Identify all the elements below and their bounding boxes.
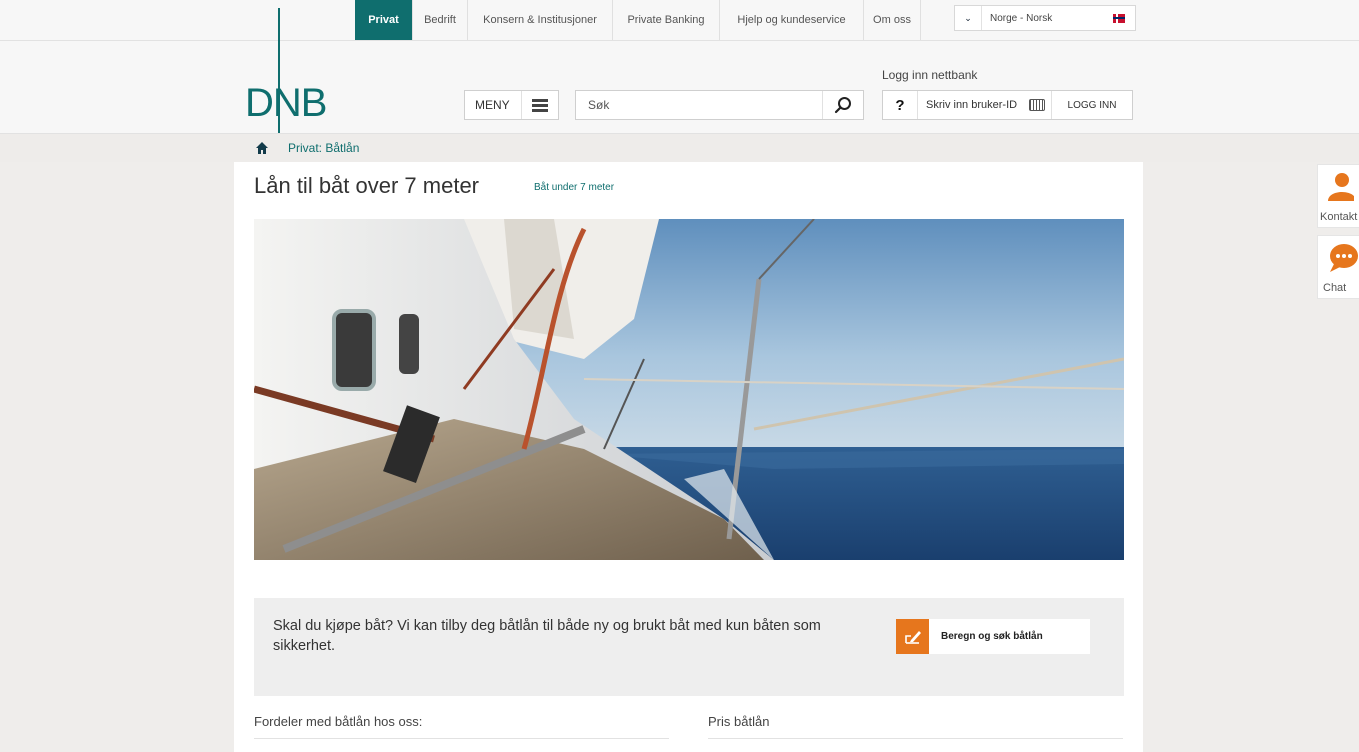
search-input[interactable] [586, 91, 822, 119]
country-label: Norge - Norsk [990, 12, 1053, 24]
hero-image [254, 219, 1124, 560]
person-icon [1328, 173, 1354, 201]
benefits-heading: Fordeler med båtlån hos oss: [254, 714, 423, 729]
userid-input[interactable] [924, 98, 1033, 112]
breadcrumb-bar [0, 133, 1359, 162]
search-box [575, 90, 864, 120]
info-text: Skal du kjøpe båt? Vi kan tilby deg båtl… [273, 618, 821, 654]
hamburger-icon [521, 91, 558, 119]
menu-label: MENY [475, 98, 510, 112]
keyboard-icon[interactable] [1029, 99, 1045, 111]
help-icon[interactable]: ? [883, 91, 918, 119]
country-selector[interactable]: ⌄ Norge - Norsk [954, 5, 1136, 31]
chat-label: Chat [1323, 282, 1347, 294]
norway-flag-icon [1113, 13, 1125, 23]
contact-label: Kontakt [1320, 211, 1358, 223]
nav-konsern[interactable]: Konsern & Institusjoner [468, 0, 613, 40]
home-icon[interactable] [255, 141, 269, 155]
breadcrumb[interactable]: Privat: Båtlån [288, 141, 359, 155]
chevron-down-icon: ⌄ [955, 6, 982, 30]
login-button[interactable]: LOGG INN [1051, 91, 1132, 119]
page-title: Lån til båt over 7 meter [254, 173, 480, 198]
divider [708, 738, 1123, 739]
login-heading: Logg inn nettbank [882, 68, 978, 82]
top-nav-bar: Privat Bedrift Konsern & Institusjoner P… [0, 0, 1359, 41]
calculate-loan-button[interactable]: Beregn og søk båtlån [896, 619, 1090, 654]
nav-om-oss[interactable]: Om oss [864, 0, 921, 40]
login-box: ? LOGG INN [882, 90, 1133, 120]
menu-button[interactable]: MENY [464, 90, 559, 120]
nav-private-banking[interactable]: Private Banking [613, 0, 720, 40]
chat-icon [1330, 244, 1358, 272]
nav-privat[interactable]: Privat [355, 0, 413, 40]
nav-hjelp[interactable]: Hjelp og kundeservice [720, 0, 864, 40]
contact-tab[interactable]: Kontakt [1317, 164, 1359, 228]
chat-tab[interactable]: Chat [1317, 235, 1359, 299]
segment-nav: Privat Bedrift Konsern & Institusjoner P… [355, 0, 921, 40]
nav-bedrift[interactable]: Bedrift [413, 0, 468, 40]
dnb-logo[interactable]: DNB [245, 81, 327, 125]
calculate-loan-label: Beregn og søk båtlån [941, 631, 1043, 642]
small-boat-link[interactable]: Båt under 7 meter [534, 182, 614, 193]
search-icon[interactable] [822, 91, 863, 119]
edit-icon [896, 619, 929, 654]
divider [254, 738, 669, 739]
price-heading: Pris båtlån [708, 714, 770, 729]
